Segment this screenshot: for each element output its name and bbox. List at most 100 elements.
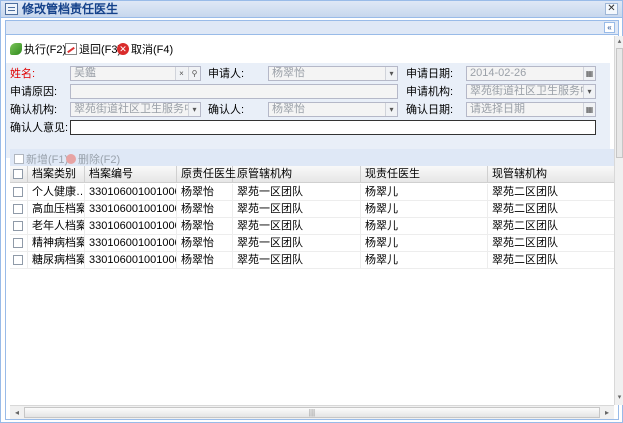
table-cell: 杨翠怡: [177, 252, 233, 269]
table-cell: 杨翠儿: [361, 184, 488, 201]
vertical-scrollbar[interactable]: ▴ ▾: [614, 36, 623, 405]
apply-reason-label: 申请原因:: [10, 86, 58, 98]
name-label: 姓名:: [10, 68, 36, 80]
apply-date-field[interactable]: 2014-02-26 ▦: [466, 66, 596, 81]
row-checkbox[interactable]: [13, 204, 23, 214]
table-cell: 杨翠怡: [177, 218, 233, 235]
column-header[interactable]: 原管辖机构: [233, 166, 361, 183]
confirm-org-field[interactable]: 翠苑街道社区卫生服务中心 ▾: [70, 102, 201, 117]
collapse-icon[interactable]: «: [604, 22, 615, 33]
row-select-cell[interactable]: [10, 235, 28, 252]
execute-label: 执行(F2): [24, 44, 67, 56]
apply-org-field[interactable]: 翠苑街道社区卫生服务中心 ▾: [466, 84, 596, 99]
close-icon[interactable]: ✕: [605, 3, 618, 15]
scroll-up-icon[interactable]: ▴: [615, 37, 623, 47]
applicant-field[interactable]: 杨翠怡 ▾: [268, 66, 398, 81]
scroll-left-icon[interactable]: ◂: [11, 407, 23, 418]
column-header[interactable]: 档案编号: [85, 166, 177, 183]
table-cell: 杨翠儿: [361, 235, 488, 252]
select-all-checkbox[interactable]: [13, 169, 23, 179]
grid-header: 档案类别 档案编号 原责任医生 原管辖机构 现责任医生 现管辖机构: [10, 166, 614, 183]
apply-date-label: 申请日期:: [406, 68, 454, 80]
table-cell: 翠苑一区团队: [233, 201, 361, 218]
apply-org-value: 翠苑街道社区卫生服务中心: [470, 85, 596, 97]
delete-button[interactable]: 删除(F2): [66, 151, 120, 167]
table-row[interactable]: 个人健康… 33010600100100002 杨翠怡 翠苑一区团队 杨翠儿 翠…: [10, 184, 614, 201]
table-cell: 翠苑一区团队: [233, 184, 361, 201]
table-cell: 老年人档案: [28, 218, 85, 235]
table-cell: 杨翠怡: [177, 201, 233, 218]
table-cell: 翠苑二区团队: [492, 186, 558, 198]
scroll-down-icon[interactable]: ▾: [615, 393, 623, 403]
back-button[interactable]: 退回(F3): [65, 40, 121, 58]
column-header[interactable]: 现管辖机构: [488, 166, 614, 183]
search-icon[interactable]: ⚲: [188, 67, 200, 80]
row-select-cell[interactable]: [10, 218, 28, 235]
clear-icon[interactable]: ×: [175, 67, 187, 80]
horizontal-scrollbar[interactable]: ◂ ||| ▸: [10, 405, 614, 419]
column-header[interactable]: 现责任医生: [361, 166, 488, 183]
execute-button[interactable]: 执行(F2): [10, 40, 66, 58]
column-header[interactable]: 原责任医生: [177, 166, 236, 183]
confirmer-dropdown-icon[interactable]: ▾: [385, 103, 397, 116]
row-checkbox[interactable]: [13, 221, 23, 231]
applicant-label: 申请人:: [208, 68, 245, 80]
column-header[interactable]: 档案类别: [28, 166, 85, 183]
add-icon: [14, 154, 24, 164]
name-field[interactable]: 吴鑑 × ⚲: [70, 66, 201, 81]
apply-date-calendar-icon[interactable]: ▦: [583, 67, 595, 80]
apply-reason-field[interactable]: [70, 84, 398, 99]
confirm-date-calendar-icon[interactable]: ▦: [583, 103, 595, 116]
scroll-right-icon[interactable]: ▸: [601, 407, 613, 418]
table-cell: 翠苑二区团队: [492, 220, 558, 232]
cancel-label: 取消(F4): [131, 44, 174, 56]
applicant-dropdown-icon[interactable]: ▾: [385, 67, 397, 80]
row-select-cell[interactable]: [10, 252, 28, 269]
confirmer-field[interactable]: 杨翠怡 ▾: [268, 102, 398, 117]
archive-grid: 档案类别 档案编号 原责任医生 原管辖机构 现责任医生 现管辖机构 个人健康… …: [10, 166, 614, 405]
opinion-field[interactable]: [70, 120, 596, 135]
table-row[interactable]: 老年人档案 33010600100100002 杨翠怡 翠苑一区团队 杨翠儿 翠…: [10, 218, 614, 235]
confirmer-value: 杨翠怡: [272, 103, 305, 115]
row-select-cell[interactable]: [10, 201, 28, 218]
table-cell: 翠苑一区团队: [233, 235, 361, 252]
table-cell: 高血压档案: [28, 201, 85, 218]
apply-org-dropdown-icon[interactable]: ▾: [583, 85, 595, 98]
table-row[interactable]: 高血压档案 33010600100100002 杨翠怡 翠苑一区团队 杨翠儿 翠…: [10, 201, 614, 218]
row-select-cell[interactable]: [10, 184, 28, 201]
confirm-date-label: 确认日期:: [406, 104, 454, 116]
table-row[interactable]: 精神病档案 33010600100100002 杨翠怡 翠苑一区团队 杨翠儿 翠…: [10, 235, 614, 252]
back-label: 退回(F3): [79, 44, 122, 56]
cancel-button[interactable]: 取消(F4): [117, 40, 173, 58]
table-cell: 33010600100100002: [85, 235, 177, 252]
opinion-label: 确认人意见:: [10, 122, 69, 134]
confirm-date-placeholder: 请选择日期: [470, 103, 525, 115]
table-cell: 翠苑二区团队: [492, 254, 558, 266]
horizontal-scroll-thumb[interactable]: |||: [24, 407, 600, 418]
table-cell: 精神病档案: [28, 235, 85, 252]
table-cell: 糖尿病档案: [28, 252, 85, 269]
back-icon: [65, 43, 77, 55]
row-checkbox[interactable]: [13, 255, 23, 265]
title-bar[interactable]: 修改管档责任医生 ✕: [1, 1, 622, 18]
table-cell: 杨翠儿: [361, 201, 488, 218]
table-cell: 翠苑一区团队: [233, 218, 361, 235]
dialog-window: 修改管档责任医生 ✕ « 执行(F2) 退回(F3) 取消(F4) 姓名: 吴鑑: [0, 0, 623, 423]
execute-icon: [10, 43, 22, 55]
table-row[interactable]: 糖尿病档案 33010600100100002 杨翠怡 翠苑一区团队 杨翠儿 翠…: [10, 252, 614, 269]
confirm-org-dropdown-icon[interactable]: ▾: [188, 103, 200, 116]
confirm-date-field[interactable]: 请选择日期 ▦: [466, 102, 596, 117]
add-button[interactable]: 新增(F1): [14, 151, 68, 167]
select-all-cell[interactable]: [10, 166, 28, 183]
grid-toolbar: 新增(F1) 删除(F2): [10, 149, 614, 166]
delete-icon: [66, 154, 76, 164]
form-panel: « 执行(F2) 退回(F3) 取消(F4) 姓名: 吴鑑 × ⚲: [5, 20, 623, 420]
row-checkbox[interactable]: [13, 238, 23, 248]
collapse-strip: «: [6, 21, 618, 35]
name-value: 吴鑑: [74, 67, 96, 79]
vertical-scroll-thumb[interactable]: [616, 48, 623, 158]
table-cell: 翠苑二区团队: [492, 203, 558, 215]
apply-date-value: 2014-02-26: [470, 67, 527, 79]
row-checkbox[interactable]: [13, 187, 23, 197]
table-cell: 杨翠怡: [177, 235, 233, 252]
